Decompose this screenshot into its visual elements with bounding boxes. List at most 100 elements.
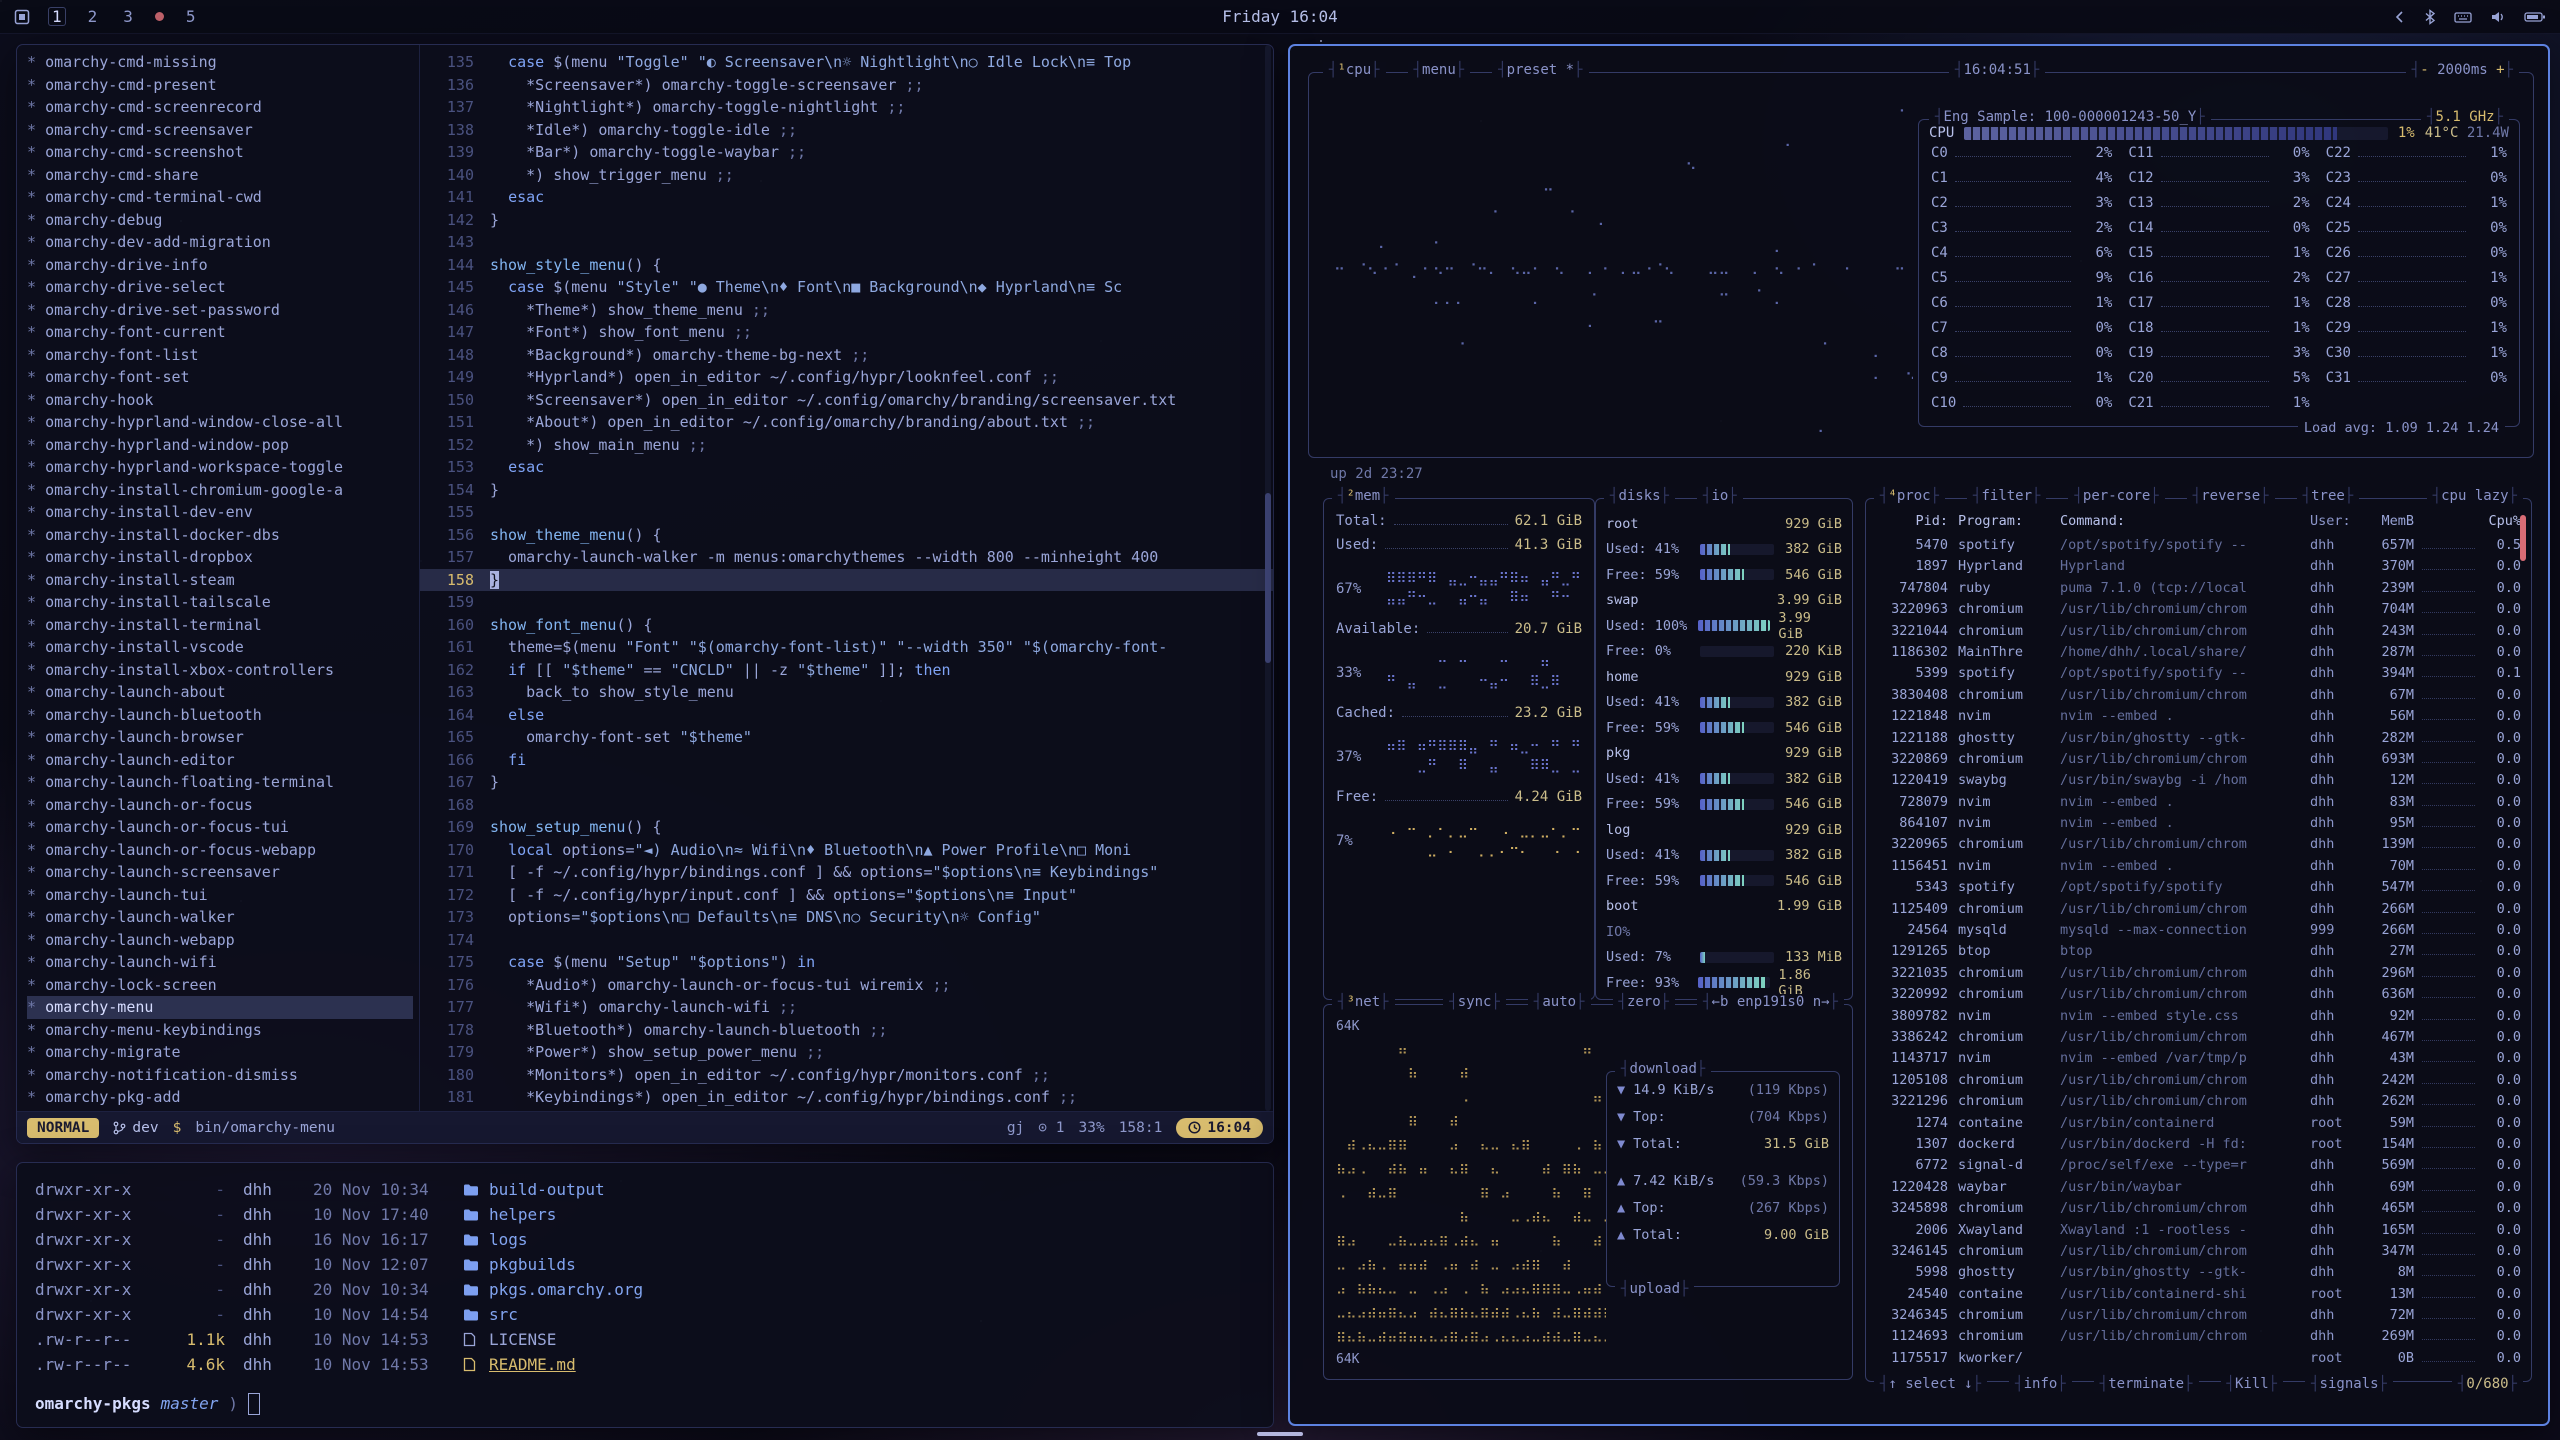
sidebar-file[interactable]: * omarchy-cmd-present: [27, 74, 419, 97]
sidebar-file[interactable]: * omarchy-install-xbox-controllers: [27, 659, 419, 682]
disks-box-title[interactable]: disks: [1604, 488, 1675, 504]
process-row[interactable]: 747804rubypuma 7.1.0 (tcp://localdhh239M…: [1876, 580, 2521, 601]
proc-select-button[interactable]: ↑ select ↓: [1874, 1376, 1987, 1392]
sidebar-file[interactable]: * omarchy-migrate: [27, 1041, 419, 1064]
code-line[interactable]: 176 *Audio*) omarchy-launch-or-focus-tui…: [420, 974, 1273, 997]
sidebar-file[interactable]: * omarchy-hook: [27, 389, 419, 412]
code-line[interactable]: 147 *Font*) show_font_menu ;;: [420, 321, 1273, 344]
code-line[interactable]: 173 options="$options\n□ Defaults\n≡ DNS…: [420, 906, 1273, 929]
code-line[interactable]: 171 [ -f ~/.config/hypr/bindings.conf ] …: [420, 861, 1273, 884]
sidebar-file[interactable]: * omarchy-dev-add-migration: [27, 231, 419, 254]
process-row[interactable]: 1221188ghostty/usr/bin/ghostty --gtk-dhh…: [1876, 730, 2521, 751]
net-sync-toggle[interactable]: sync: [1443, 994, 1506, 1010]
sidebar-file[interactable]: * omarchy-drive-set-password: [27, 299, 419, 322]
code-line[interactable]: 166 fi: [420, 749, 1273, 772]
sidebar-file[interactable]: * omarchy-launch-bluetooth: [27, 704, 419, 727]
sidebar-file[interactable]: * omarchy-lock-screen: [27, 974, 419, 997]
code-line[interactable]: 165 omarchy-font-set "$theme": [420, 726, 1273, 749]
sidebar-file[interactable]: * omarchy-install-steam: [27, 569, 419, 592]
sidebar-file[interactable]: * omarchy-notification-dismiss: [27, 1064, 419, 1087]
sidebar-file[interactable]: * omarchy-cmd-screensaver: [27, 119, 419, 142]
code-line[interactable]: 146 *Theme*) show_theme_menu ;;: [420, 299, 1273, 322]
code-line[interactable]: 179 *Power*) show_setup_power_menu ;;: [420, 1041, 1273, 1064]
process-row[interactable]: 3221296chromium/usr/lib/chromium/chromdh…: [1876, 1093, 2521, 1114]
launcher-icon[interactable]: [14, 9, 30, 25]
proc-terminate-button[interactable]: terminate: [2094, 1376, 2199, 1392]
workspace-5[interactable]: 5: [182, 7, 200, 26]
process-row[interactable]: 1143717nvimnvim --embed /var/tmp/pdhh43M…: [1876, 1050, 2521, 1071]
process-row[interactable]: 3386242chromium/usr/lib/chromium/chromdh…: [1876, 1029, 2521, 1050]
mem-box-title[interactable]: ²mem: [1332, 488, 1395, 504]
code-line[interactable]: 144show_style_menu() {: [420, 254, 1273, 277]
sidebar-file[interactable]: * omarchy-launch-or-focus-tui: [27, 816, 419, 839]
sidebar-file[interactable]: * omarchy-install-tailscale: [27, 591, 419, 614]
window-split-handle[interactable]: [1257, 1432, 1303, 1436]
process-row[interactable]: 1220419swaybg/usr/bin/swaybg -i /homdhh1…: [1876, 772, 2521, 793]
process-row[interactable]: 5399spotify/opt/spotify/spotify --dhh394…: [1876, 665, 2521, 686]
process-row[interactable]: 1156451nvimnvim --embed .dhh70M0.0: [1876, 858, 2521, 879]
code-line[interactable]: 178 *Bluetooth*) omarchy-launch-bluetoot…: [420, 1019, 1273, 1042]
sidebar-file[interactable]: * omarchy-font-current: [27, 321, 419, 344]
sidebar-file[interactable]: * omarchy-hyprland-window-close-all: [27, 411, 419, 434]
process-row[interactable]: 1124693chromium/usr/lib/chromium/chromdh…: [1876, 1328, 2521, 1349]
code-line[interactable]: 162 if [[ "$theme" == "CNCLD" || -z "$th…: [420, 659, 1273, 682]
code-line[interactable]: 154}: [420, 479, 1273, 502]
code-line[interactable]: 155: [420, 501, 1273, 524]
sidebar-file[interactable]: * omarchy-launch-screensaver: [27, 861, 419, 884]
col-cpu[interactable]: Cpu%: [2483, 513, 2521, 529]
code-line[interactable]: 160show_font_menu() {: [420, 614, 1273, 637]
workspace-1[interactable]: 1: [48, 7, 66, 26]
editor-buffer[interactable]: 135 case $(menu "Toggle" "◐ Screensaver\…: [419, 45, 1273, 1111]
sidebar-file[interactable]: * omarchy-debug: [27, 209, 419, 232]
process-row[interactable]: 24540containe/usr/lib/containerd-shiroot…: [1876, 1286, 2521, 1307]
col-memb[interactable]: MemB: [2362, 513, 2414, 529]
proc-box-title[interactable]: ⁴proc: [1874, 488, 1945, 504]
process-row[interactable]: 1221848nvimnvim --embed .dhh56M0.0: [1876, 708, 2521, 729]
process-row[interactable]: 1205108chromium/usr/lib/chromium/chromdh…: [1876, 1072, 2521, 1093]
shell-prompt[interactable]: omarchy-pkgs master ): [35, 1391, 1255, 1416]
code-line[interactable]: 169show_setup_menu() {: [420, 816, 1273, 839]
process-row[interactable]: 5998ghostty/usr/bin/ghostty --gtk-dhh8M0…: [1876, 1264, 2521, 1285]
proc-per-core-toggle[interactable]: per-core: [2068, 488, 2164, 504]
proc-reverse-toggle[interactable]: reverse: [2187, 488, 2275, 504]
sidebar-file[interactable]: * omarchy-drive-info: [27, 254, 419, 277]
process-row[interactable]: 6772signal-d/proc/self/exe --type=rdhh56…: [1876, 1157, 2521, 1178]
proc-sort-mode[interactable]: cpu lazy: [2427, 488, 2523, 504]
net-zero-toggle[interactable]: zero: [1613, 994, 1676, 1010]
code-line[interactable]: 139 *Bar*) omarchy-toggle-waybar ;;: [420, 141, 1273, 164]
sidebar-file[interactable]: * omarchy-cmd-share: [27, 164, 419, 187]
process-row[interactable]: 3220963chromium/usr/lib/chromium/chromdh…: [1876, 601, 2521, 622]
preset-button[interactable]: preset *: [1492, 62, 1588, 78]
code-line[interactable]: 180 *Monitors*) open_in_editor ~/.config…: [420, 1064, 1273, 1087]
sidebar-file[interactable]: * omarchy-cmd-terminal-cwd: [27, 186, 419, 209]
sidebar-file[interactable]: * omarchy-hyprland-window-pop: [27, 434, 419, 457]
process-row[interactable]: 3245898chromium/usr/lib/chromium/chromdh…: [1876, 1200, 2521, 1221]
terminal-window[interactable]: drwxr-xr-x-dhh20 Nov 10:34build-outputdr…: [16, 1162, 1274, 1428]
proc-signals-button[interactable]: signals: [2305, 1376, 2393, 1392]
process-row[interactable]: 3220992chromium/usr/lib/chromium/chromdh…: [1876, 986, 2521, 1007]
code-line[interactable]: 174: [420, 929, 1273, 952]
process-row[interactable]: 5470spotify/opt/spotify/spotify --dhh657…: [1876, 537, 2521, 558]
code-line[interactable]: 150 *Screensaver*) open_in_editor ~/.con…: [420, 389, 1273, 412]
proc-tree-toggle[interactable]: tree: [2297, 488, 2360, 504]
code-line[interactable]: 167}: [420, 771, 1273, 794]
sidebar-file[interactable]: * omarchy-cmd-screenrecord: [27, 96, 419, 119]
workspace-2[interactable]: 2: [84, 7, 102, 26]
net-interface-selector[interactable]: ←b enp191s0 n→: [1697, 994, 1844, 1010]
process-row[interactable]: 3809782nvimnvim --embed style.cssdhh92M0…: [1876, 1008, 2521, 1029]
process-row[interactable]: 864107nvimnvim --embed .dhh95M0.0: [1876, 815, 2521, 836]
sidebar-file[interactable]: * omarchy-launch-editor: [27, 749, 419, 772]
process-row[interactable]: 1220428waybar/usr/bin/waybardhh69M0.0: [1876, 1179, 2521, 1200]
io-tab[interactable]: io: [1697, 488, 1743, 504]
process-row[interactable]: 1125409chromium/usr/lib/chromium/chromdh…: [1876, 901, 2521, 922]
process-row[interactable]: 3246145chromium/usr/lib/chromium/chromdh…: [1876, 1243, 2521, 1264]
code-line[interactable]: 161 theme=$(menu "Font" "$(omarchy-font-…: [420, 636, 1273, 659]
code-line[interactable]: 152 *) show_main_menu ;;: [420, 434, 1273, 457]
code-line[interactable]: 140 *) show_trigger_menu ;;: [420, 164, 1273, 187]
process-row[interactable]: 3221044chromium/usr/lib/chromium/chromdh…: [1876, 623, 2521, 644]
code-line[interactable]: 153 esac: [420, 456, 1273, 479]
sidebar-file[interactable]: * omarchy-install-chromium-google-a: [27, 479, 419, 502]
code-line[interactable]: 170 local options="◄) Audio\n≈ Wifi\n♦ B…: [420, 839, 1273, 862]
cpu-box-title[interactable]: ¹cpu: [1323, 62, 1386, 78]
process-row[interactable]: 1291265btopbtopdhh27M0.0: [1876, 943, 2521, 964]
